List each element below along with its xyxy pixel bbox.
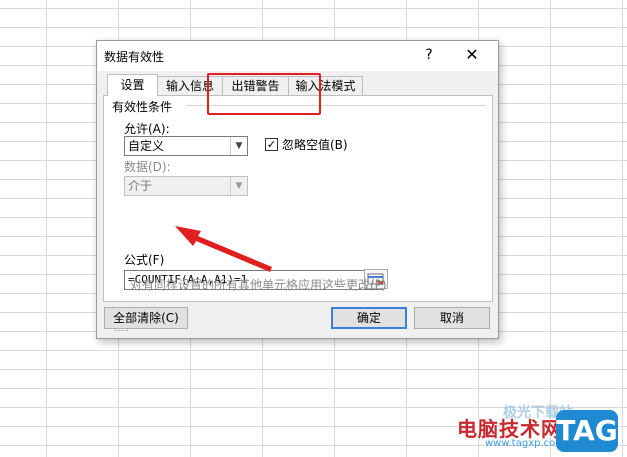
ok-button[interactable]: 确定	[331, 307, 407, 329]
chevron-down-icon: ▼	[230, 137, 247, 155]
allow-select-value: 自定义	[128, 139, 165, 153]
cancel-button[interactable]: 取消	[414, 307, 490, 329]
help-button[interactable]: ?	[419, 45, 439, 65]
ignore-blank-checkbox[interactable]: ✓	[265, 138, 278, 151]
chevron-down-icon: ▼	[230, 177, 247, 195]
data-select: 介于 ▼	[124, 176, 248, 196]
dialog-title: 数据有效性	[104, 50, 165, 64]
settings-panel: 有效性条件 允许(A): 自定义 ▼ ✓ 忽略空值(B) 数据(D): 介于 ▼…	[103, 95, 493, 331]
allow-select[interactable]: 自定义 ▼	[124, 136, 248, 156]
dialog-titlebar: 数据有效性 ? ✕	[97, 41, 498, 71]
annotation-highlight-box	[207, 73, 321, 115]
formula-label: 公式(F)	[124, 253, 165, 267]
watermark-tag-logo: TAG	[556, 410, 618, 452]
apply-all-label: 对有同样设置的所有其他单元格应用这些更改(P)	[130, 278, 387, 292]
allow-label: 允许(A):	[124, 122, 170, 136]
tab-settings[interactable]: 设置	[107, 74, 158, 96]
watermark-url: www.tagxp.com	[485, 438, 565, 449]
ignore-blank-label[interactable]: 忽略空值(B)	[282, 136, 348, 153]
close-button[interactable]: ✕	[461, 45, 483, 65]
data-label: 数据(D):	[124, 160, 171, 174]
data-select-value: 介于	[128, 179, 153, 193]
validation-criteria-group-title: 有效性条件	[112, 100, 173, 114]
clear-all-button[interactable]: 全部清除(C)	[104, 307, 188, 329]
